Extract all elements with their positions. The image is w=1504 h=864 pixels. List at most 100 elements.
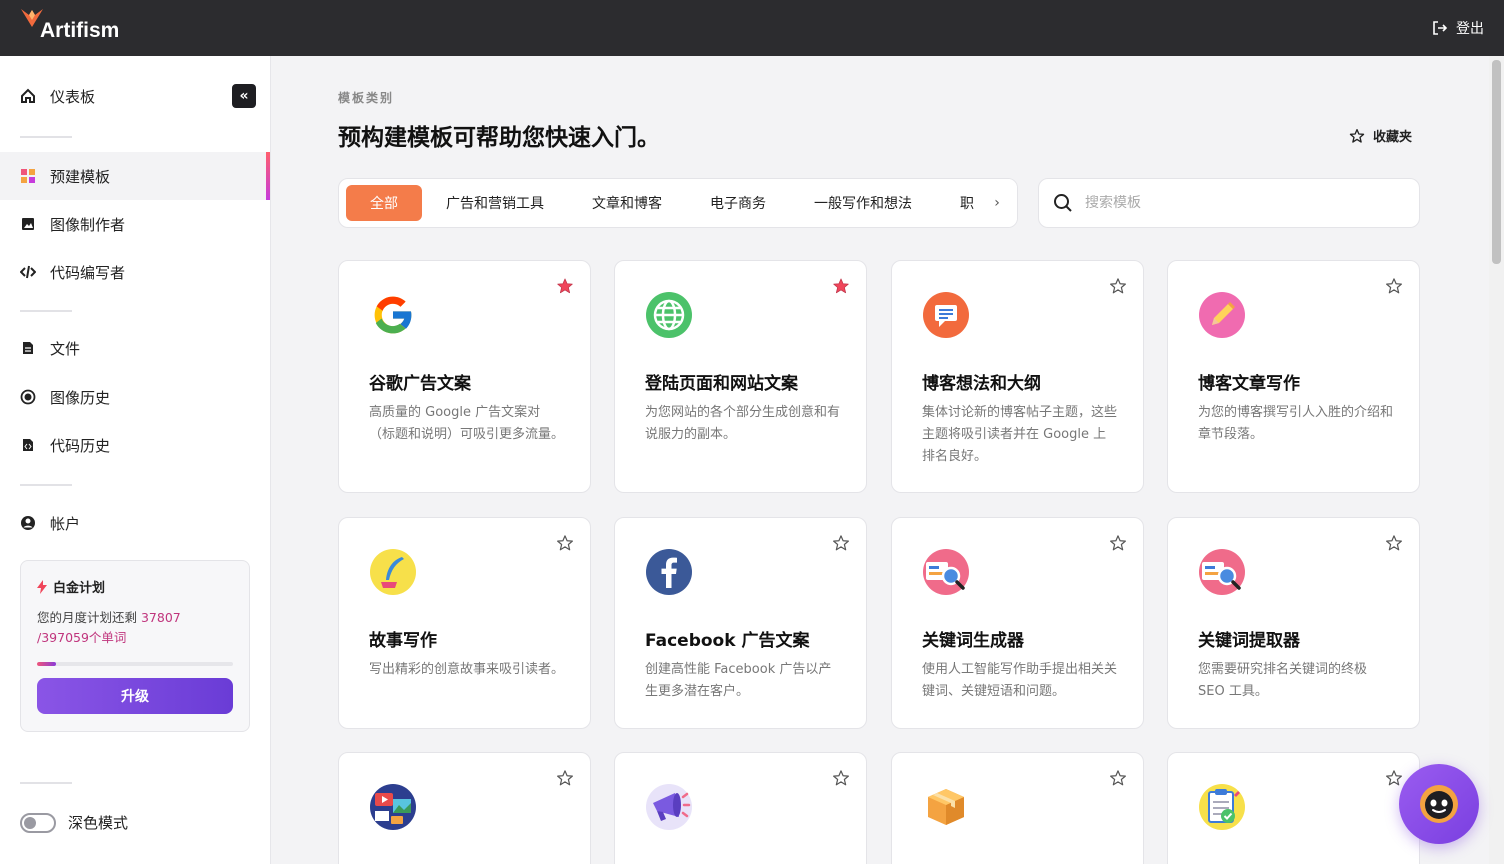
- tab-ads-marketing[interactable]: 广告和营销工具: [422, 185, 568, 221]
- template-card[interactable]: 故事写作 写出精彩的创意故事来吸引读者。: [338, 517, 591, 729]
- upgrade-button[interactable]: 升级: [37, 678, 233, 714]
- star-outline-icon[interactable]: [1109, 534, 1127, 556]
- template-card[interactable]: 登陆页面和网站文案为您网站的各个部分生成创意和有说服力的副本。: [614, 260, 867, 493]
- template-card-description: 高质量的 Google 广告文案对（标题和说明）可吸引更多流量。: [369, 405, 565, 442]
- page-title: 预构建模板可帮助您快速入门。: [338, 125, 660, 151]
- tab-general-writing[interactable]: 一般写作和想法: [790, 185, 936, 221]
- star-outline-icon[interactable]: [832, 534, 850, 556]
- package-icon: [922, 783, 970, 831]
- home-icon: [20, 88, 36, 104]
- search-box: [1038, 178, 1420, 228]
- template-card-description: 为您网站的各个部分生成创意和有说服力的副本。: [645, 405, 841, 442]
- star-filled-icon[interactable]: [832, 277, 850, 299]
- template-card-description: 为您的博客撰写引人入胜的介绍和章节段落。: [1198, 405, 1394, 442]
- search-icon: [1054, 194, 1072, 212]
- template-card[interactable]: Facebook 广告文案 创建高性能 Facebook 广告以产生更多潜在客户。: [614, 517, 867, 729]
- star-outline-icon[interactable]: [1385, 534, 1403, 556]
- sidebar-item-label: 代码编写者: [50, 263, 126, 282]
- tabs-scroll-right-button[interactable]: ›: [977, 179, 1017, 227]
- sidebar-item-dashboard[interactable]: 仪表板: [0, 72, 270, 120]
- star-outline-icon[interactable]: [556, 769, 574, 791]
- tab-articles-blogs[interactable]: 文章和博客: [568, 185, 686, 221]
- plan-total: /397059个单词: [37, 630, 127, 645]
- template-card[interactable]: [338, 752, 591, 864]
- template-card[interactable]: [1167, 752, 1420, 864]
- star-outline-icon[interactable]: [556, 534, 574, 556]
- sidebar-item-code-writer[interactable]: 代码编写者: [0, 248, 270, 296]
- favorites-button[interactable]: 收藏夹: [1349, 126, 1412, 145]
- robot-icon: [1420, 785, 1458, 823]
- category-tabs: 全部 广告和营销工具 文章和博客 电子商务 一般写作和想法 职 ›: [338, 178, 1018, 228]
- template-card[interactable]: 关键词提取器 您需要研究排名关键词的终极 SEO 工具。: [1167, 517, 1420, 729]
- top-bar: Artifism 登出: [0, 0, 1504, 56]
- tab-ecommerce[interactable]: 电子商务: [686, 185, 790, 221]
- facebook-icon: [645, 548, 693, 596]
- divider: [20, 782, 72, 784]
- logout-icon: [1433, 21, 1448, 35]
- sidebar-item-code-history[interactable]: 代码历史: [0, 421, 270, 469]
- pencil-icon: [1198, 291, 1246, 339]
- video-media-icon: [369, 783, 417, 831]
- sidebar-item-label: 图像制作者: [50, 215, 126, 234]
- dark-mode-switch[interactable]: [20, 812, 56, 833]
- template-card-description: 写出精彩的创意故事来吸引读者。: [369, 662, 565, 677]
- dark-mode-label: 深色模式: [68, 814, 129, 832]
- logo-icon: [21, 9, 43, 27]
- template-card-description: 集体讨论新的博客帖子主题，这些主题将吸引读者并在 Google 上排名良好。: [922, 405, 1118, 464]
- template-card[interactable]: 谷歌广告文案 高质量的 Google 广告文案对（标题和说明）可吸引更多流量。: [338, 260, 591, 493]
- template-card[interactable]: 关键词生成器 使用人工智能写作助手提出相关关键词、关键短语和问题。: [891, 517, 1144, 729]
- logo-text: Artifism: [40, 19, 120, 42]
- file-icon: [20, 340, 36, 356]
- history-icon: [20, 389, 36, 405]
- sidebar-item-image-maker[interactable]: 图像制作者: [0, 200, 270, 248]
- sidebar-item-label: 仪表板: [50, 87, 96, 106]
- plan-title: 白金计划: [37, 577, 233, 596]
- sidebar-item-account[interactable]: 帐户: [0, 499, 270, 547]
- megaphone-icon: [645, 783, 693, 831]
- template-card-title: 关键词生成器: [922, 631, 1024, 651]
- logout-label: 登出: [1456, 21, 1484, 37]
- dark-mode-toggle[interactable]: 深色模式: [20, 812, 128, 833]
- template-card-title: 博客想法和大纲: [922, 374, 1041, 394]
- sidebar-item-label: 图像历史: [50, 388, 111, 407]
- divider: [20, 484, 72, 486]
- collapse-sidebar-button[interactable]: «: [232, 84, 256, 108]
- sidebar-item-files[interactable]: 文件: [0, 324, 270, 372]
- template-card[interactable]: [614, 752, 867, 864]
- scrollbar[interactable]: [1489, 56, 1504, 864]
- star-outline-icon[interactable]: [1109, 277, 1127, 299]
- sidebar-item-label: 帐户: [50, 514, 81, 533]
- keyword-search-icon: [922, 548, 970, 596]
- template-card-title: 登陆页面和网站文案: [645, 374, 798, 394]
- plan-remaining: 37807: [140, 610, 181, 625]
- star-outline-icon[interactable]: [832, 769, 850, 791]
- logout-button[interactable]: 登出: [1432, 18, 1484, 38]
- star-outline-icon[interactable]: [1385, 277, 1403, 299]
- sidebar-item-image-history[interactable]: 图像历史: [0, 373, 270, 421]
- template-card[interactable]: [891, 752, 1144, 864]
- tab-all[interactable]: 全部: [346, 185, 422, 221]
- star-outline-icon[interactable]: [1385, 769, 1403, 791]
- divider: [20, 310, 72, 312]
- sidebar-item-templates[interactable]: 预建模板: [0, 152, 270, 200]
- account-icon: [20, 515, 36, 531]
- sidebar-item-label: 文件: [50, 339, 81, 358]
- chat-bot-button[interactable]: [1399, 764, 1479, 844]
- star-filled-icon[interactable]: [556, 277, 574, 299]
- template-card[interactable]: 博客想法和大纲集体讨论新的博客帖子主题，这些主题将吸引读者并在 Google 上…: [891, 260, 1144, 493]
- scrollbar-thumb[interactable]: [1492, 60, 1501, 264]
- favorites-label: 收藏夹: [1373, 130, 1413, 145]
- sidebar-item-label: 代码历史: [50, 436, 111, 455]
- image-icon: [20, 216, 36, 232]
- app-logo[interactable]: Artifism: [20, 9, 120, 43]
- google-icon: [369, 291, 417, 339]
- search-input[interactable]: [1085, 195, 1385, 211]
- plan-usage-prefix: 您的月度计划还剩: [37, 610, 141, 625]
- quill-icon: [369, 548, 417, 596]
- star-outline-icon[interactable]: [1109, 769, 1127, 791]
- template-card[interactable]: 博客文章写作为您的博客撰写引人入胜的介绍和章节段落。: [1167, 260, 1420, 493]
- template-card-title: 博客文章写作: [1198, 374, 1300, 394]
- sidebar-item-label: 预建模板: [50, 167, 111, 186]
- main-content: 模板类别 预构建模板可帮助您快速入门。 收藏夹 全部 广告和营销工具 文章和博客…: [271, 56, 1489, 864]
- templates-icon: [20, 168, 36, 184]
